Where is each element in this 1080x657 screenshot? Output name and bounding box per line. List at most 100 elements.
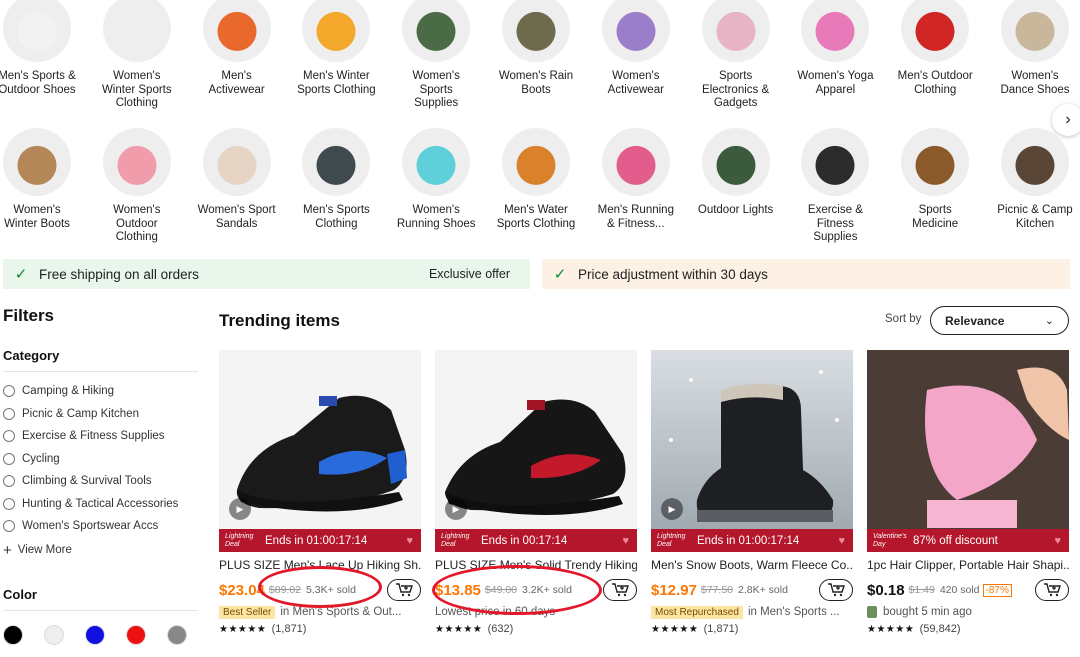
- category-label: Women's Rain Boots: [498, 70, 574, 96]
- category-item[interactable]: Men's Water Sports Clothing: [496, 128, 576, 231]
- category-item[interactable]: Men's Sports Clothing: [296, 128, 376, 231]
- category-filter-option[interactable]: Climbing & Survival Tools: [3, 470, 198, 493]
- filter-option-label: Climbing & Survival Tools: [22, 475, 152, 488]
- category-label: Sports Medicine: [912, 204, 959, 230]
- category-item[interactable]: Women's Sport Sandals: [197, 128, 277, 231]
- jacket-icon: [102, 128, 171, 196]
- category-label: Women's Yoga Apparel: [797, 70, 874, 96]
- filters-panel: Filters Category Camping & Hiking Picnic …: [3, 306, 198, 657]
- play-icon[interactable]: ▶: [661, 498, 683, 520]
- radio-icon[interactable]: [3, 385, 15, 398]
- sneaker-icon: [402, 128, 471, 196]
- category-item[interactable]: Outdoor Lights: [696, 128, 776, 218]
- product-image[interactable]: ▶ Lightning Deal Ends in 00:17:14 ♥: [435, 350, 637, 552]
- play-icon[interactable]: ▶: [229, 498, 251, 520]
- category-item[interactable]: Women's Running Shoes: [396, 128, 476, 231]
- product-card[interactable]: Valentine's Day 87% off discount ♥ 1pc H…: [867, 350, 1069, 635]
- product-image[interactable]: ▶ Lightning Deal Ends in 01:00:17:14 ♥: [651, 350, 853, 552]
- rating: ★★★★★ (1,871): [219, 623, 421, 635]
- carousel-next-button[interactable]: ›: [1052, 104, 1080, 136]
- category-item[interactable]: Men's Running & Fitness...: [596, 128, 676, 231]
- product-image[interactable]: ▶ Lightning Deal Ends in 01:00:17:14 ♥: [219, 350, 421, 552]
- ball-icon: [801, 128, 870, 196]
- deal-bar: Lightning Deal Ends in 00:17:14 ♥: [435, 529, 637, 552]
- radio-icon[interactable]: [3, 407, 15, 420]
- free-shipping-text: Free shipping on all orders: [39, 266, 199, 282]
- category-item[interactable]: Women's Sports Supplies: [396, 0, 476, 111]
- rating-count: (59,842): [919, 623, 961, 635]
- category-filter-option[interactable]: Cycling: [3, 448, 198, 471]
- category-filter-option[interactable]: Camping & Hiking: [3, 380, 198, 403]
- play-icon[interactable]: ▶: [445, 498, 467, 520]
- category-item[interactable]: Men's Activewear: [197, 0, 277, 97]
- color-swatch[interactable]: [85, 624, 105, 645]
- product-image[interactable]: Valentine's Day 87% off discount ♥: [867, 350, 1069, 552]
- category-label: Men's Sports & Outdoor Shoes: [0, 70, 76, 96]
- category-label: Sports Electronics & Gadgets: [702, 70, 770, 109]
- category-item[interactable]: Picnic & Camp Kitchen: [995, 128, 1075, 231]
- category-item[interactable]: Women's Rain Boots: [496, 0, 576, 97]
- original-price: $77.50: [700, 584, 734, 596]
- add-to-cart-button[interactable]: [819, 579, 853, 601]
- category-item[interactable]: Women's Dance Shoes: [995, 0, 1075, 97]
- category-item[interactable]: Women's Yoga Apparel: [795, 0, 875, 97]
- category-item[interactable]: Exercise & Fitness Supplies: [795, 128, 875, 245]
- product-subline: Most Repurchased in Men's Sports ...: [651, 604, 853, 620]
- check-icon: ✓: [14, 266, 28, 283]
- product-price: $0.18: [867, 581, 905, 599]
- radio-icon[interactable]: [3, 520, 15, 533]
- category-item[interactable]: Sports Electronics & Gadgets: [696, 0, 776, 111]
- color-swatch[interactable]: [44, 624, 64, 645]
- product-subline: bought 5 min ago: [867, 604, 1069, 620]
- category-item[interactable]: Women's Winter Boots: [0, 128, 77, 231]
- category-filter-option[interactable]: Women's Sportswear Accs: [3, 515, 198, 538]
- product-title[interactable]: Men's Snow Boots, Warm Fleece Co...: [651, 558, 853, 574]
- filter-option-label: Hunting & Tactical Accessories: [22, 497, 179, 510]
- category-label: Women's Sports Supplies: [412, 70, 460, 109]
- view-more-button[interactable]: + View More: [3, 542, 198, 559]
- trending-title: Trending items: [219, 311, 340, 330]
- add-to-cart-button[interactable]: [603, 579, 637, 601]
- hoodie-icon: [302, 128, 371, 196]
- add-to-cart-button[interactable]: [387, 579, 421, 601]
- category-item[interactable]: Men's Outdoor Clothing: [895, 0, 975, 97]
- plus-icon: +: [3, 541, 12, 559]
- radio-icon[interactable]: [3, 452, 15, 465]
- radio-icon[interactable]: [3, 475, 15, 488]
- category-filter-option[interactable]: Picnic & Camp Kitchen: [3, 403, 198, 426]
- cookware-icon: [1001, 128, 1069, 196]
- category-item[interactable]: Sports Medicine: [895, 128, 975, 231]
- product-title[interactable]: 1pc Hair Clipper, Portable Hair Shapi...: [867, 558, 1069, 574]
- most-repurchased-badge: Most Repurchased: [651, 605, 743, 619]
- category-label: Women's Dance Shoes: [1000, 70, 1070, 96]
- filter-option-label: Cycling: [22, 452, 60, 465]
- lantern-icon: [701, 128, 770, 196]
- radio-icon[interactable]: [3, 497, 15, 510]
- category-item[interactable]: Women's Outdoor Clothing: [97, 128, 177, 245]
- price-adjustment-banner[interactable]: ✓ Price adjustment within 30 days: [542, 259, 1070, 289]
- subline-text: in Men's Sports ...: [747, 606, 840, 618]
- category-item[interactable]: Women's Activewear: [596, 0, 676, 97]
- category-item[interactable]: Women's Winter Sports Clothing: [97, 0, 177, 111]
- radio-icon[interactable]: [3, 430, 15, 443]
- sort-select[interactable]: Relevance ⌄: [930, 306, 1069, 335]
- heart-icon: ♥: [1054, 534, 1061, 547]
- category-item[interactable]: Men's Winter Sports Clothing: [296, 0, 376, 97]
- sandal-icon: [202, 128, 271, 196]
- color-swatch[interactable]: [126, 624, 146, 645]
- free-shipping-banner[interactable]: ✓ Free shipping on all orders Exclusive …: [3, 259, 530, 289]
- boot-icon: [502, 0, 570, 62]
- color-swatch[interactable]: [3, 624, 23, 645]
- category-item[interactable]: Men's Sports & Outdoor Shoes: [0, 0, 77, 97]
- filter-option-label: Exercise & Fitness Supplies: [22, 430, 165, 443]
- filter-option-label: Camping & Hiking: [22, 385, 115, 398]
- add-to-cart-button[interactable]: [1035, 579, 1069, 601]
- category-filter-option[interactable]: Exercise & Fitness Supplies: [3, 425, 198, 448]
- star-rating-icon: ★★★★★: [219, 624, 267, 635]
- sort-by-label: Sort by: [885, 313, 922, 325]
- category-filter-option[interactable]: Hunting & Tactical Accessories: [3, 493, 198, 516]
- product-card[interactable]: ▶ Lightning Deal Ends in 01:00:17:14 ♥ M…: [651, 350, 853, 635]
- heart-icon: ♥: [838, 534, 845, 547]
- category-label: Women's Winter Sports Clothing: [101, 70, 172, 109]
- color-swatch[interactable]: [167, 624, 187, 645]
